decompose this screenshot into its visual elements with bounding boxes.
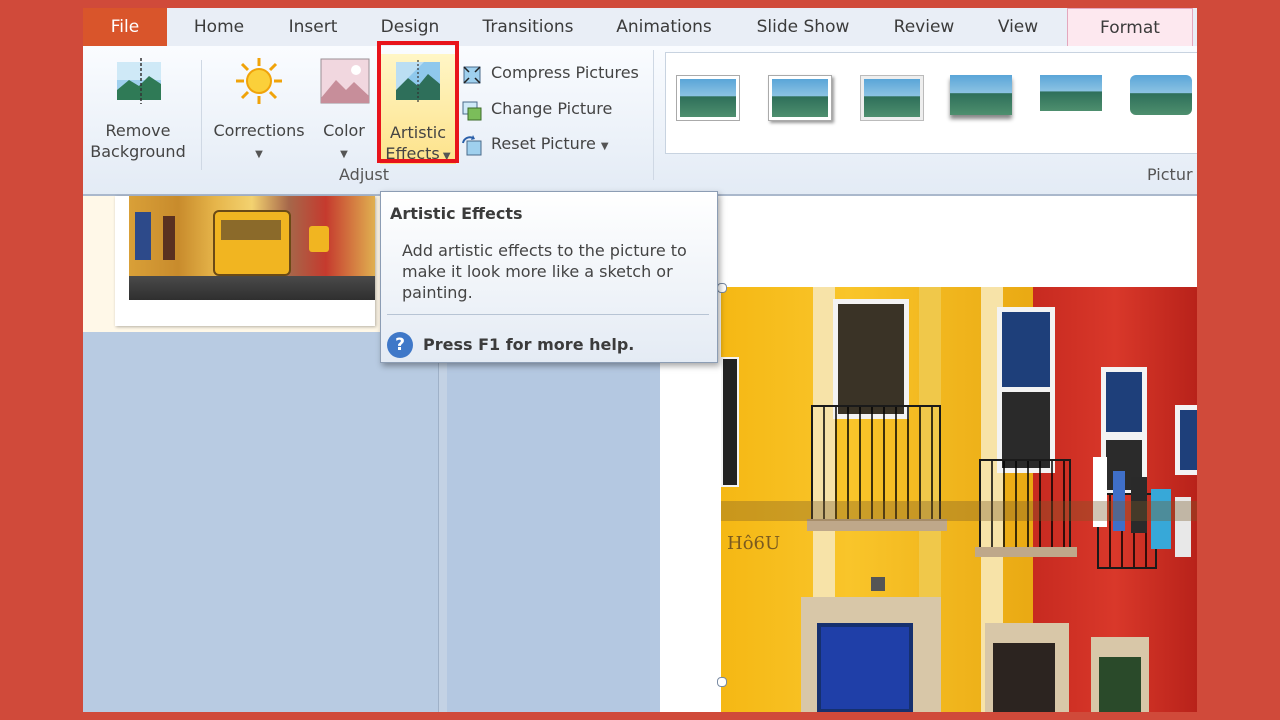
blue-door <box>817 623 913 712</box>
ribbon-tab-bar: File Home Insert Design Transitions Anim… <box>83 8 1197 47</box>
artistic-effects-highlight <box>377 41 459 163</box>
tooltip-description: Add artistic effects to the picture to m… <box>402 241 687 302</box>
color-dropdown-icon: ▼ <box>340 149 348 160</box>
tab-animations[interactable]: Animations <box>611 8 717 46</box>
ribbon-separator <box>201 60 202 170</box>
tab-view[interactable]: View <box>987 8 1049 46</box>
help-icon: ? <box>387 332 413 358</box>
picture-style-simple-frame[interactable] <box>676 75 740 121</box>
change-picture-icon <box>462 101 482 121</box>
change-picture-button[interactable]: Change Picture <box>461 96 661 126</box>
reset-picture-icon <box>462 135 482 156</box>
picture-style-rounded[interactable] <box>1130 75 1192 119</box>
wall-sign-text: Hô6U <box>727 533 781 554</box>
remove-background-label-1: Remove <box>105 121 171 140</box>
tab-insert[interactable]: Insert <box>273 8 353 46</box>
tab-format[interactable]: Format <box>1067 8 1193 46</box>
compress-pictures-label: Compress Pictures <box>491 63 639 82</box>
change-picture-label: Change Picture <box>491 99 613 118</box>
remove-background-button[interactable]: Remove Background <box>85 52 191 164</box>
artistic-effects-tooltip: Artistic Effects Add artistic effects to… <box>380 191 718 363</box>
compress-pictures-button[interactable]: Compress Pictures <box>461 60 661 90</box>
group-label-adjust: Adjust <box>339 165 390 184</box>
dark-door <box>993 643 1055 712</box>
window <box>1175 405 1197 475</box>
tooltip-title: Artistic Effects <box>390 204 523 223</box>
window <box>997 307 1055 393</box>
powerpoint-window: File Home Insert Design Transitions Anim… <box>83 8 1197 712</box>
corrections-label: Corrections <box>213 121 305 140</box>
tab-home[interactable]: Home <box>179 8 259 46</box>
color-icon <box>320 58 370 104</box>
window <box>833 299 909 419</box>
picture-style-soft-edge[interactable] <box>768 75 832 121</box>
reset-picture-label: Reset Picture ▼ <box>491 134 609 153</box>
resize-handle-top-left[interactable] <box>717 283 727 293</box>
remove-background-icon <box>117 58 161 104</box>
picture-style-reflected[interactable] <box>1040 75 1102 119</box>
window <box>1101 367 1147 437</box>
slide-thumbnail[interactable] <box>115 196 375 326</box>
tooltip-divider <box>387 314 709 315</box>
window <box>721 357 739 487</box>
picture-styles-gallery[interactable] <box>665 52 1197 154</box>
tab-slide-show[interactable]: Slide Show <box>747 8 859 46</box>
tab-file[interactable]: File <box>83 8 167 46</box>
slide-thumbnail-image <box>129 196 375 300</box>
corrections-button[interactable]: Corrections ▼ <box>207 52 311 164</box>
color-button[interactable]: Color ▼ <box>315 52 373 164</box>
selected-picture[interactable]: Hô6U <box>721 287 1197 712</box>
compress-pictures-icon <box>463 66 481 84</box>
picture-style-bevel[interactable] <box>860 75 924 121</box>
group-label-picture-styles: Pictur <box>1147 165 1193 184</box>
tooltip-help-text: Press F1 for more help. <box>423 335 635 354</box>
resize-handle-bottom-left[interactable] <box>717 677 727 687</box>
tab-review[interactable]: Review <box>887 8 961 46</box>
reset-picture-button[interactable]: Reset Picture ▼ <box>461 131 661 161</box>
picture-style-shadow[interactable] <box>950 75 1012 119</box>
color-label: Color <box>323 121 365 140</box>
ribbon: Remove Background Corrections ▼ Color ▼ … <box>83 46 1197 196</box>
tab-transitions[interactable]: Transitions <box>475 8 581 46</box>
remove-background-label-2: Background <box>90 142 186 161</box>
tram-shape <box>213 210 291 276</box>
ribbon-separator <box>653 50 654 180</box>
sun-icon <box>236 58 282 104</box>
corrections-dropdown-icon: ▼ <box>255 149 263 160</box>
slide-thumbnail-selected[interactable] <box>83 196 388 332</box>
